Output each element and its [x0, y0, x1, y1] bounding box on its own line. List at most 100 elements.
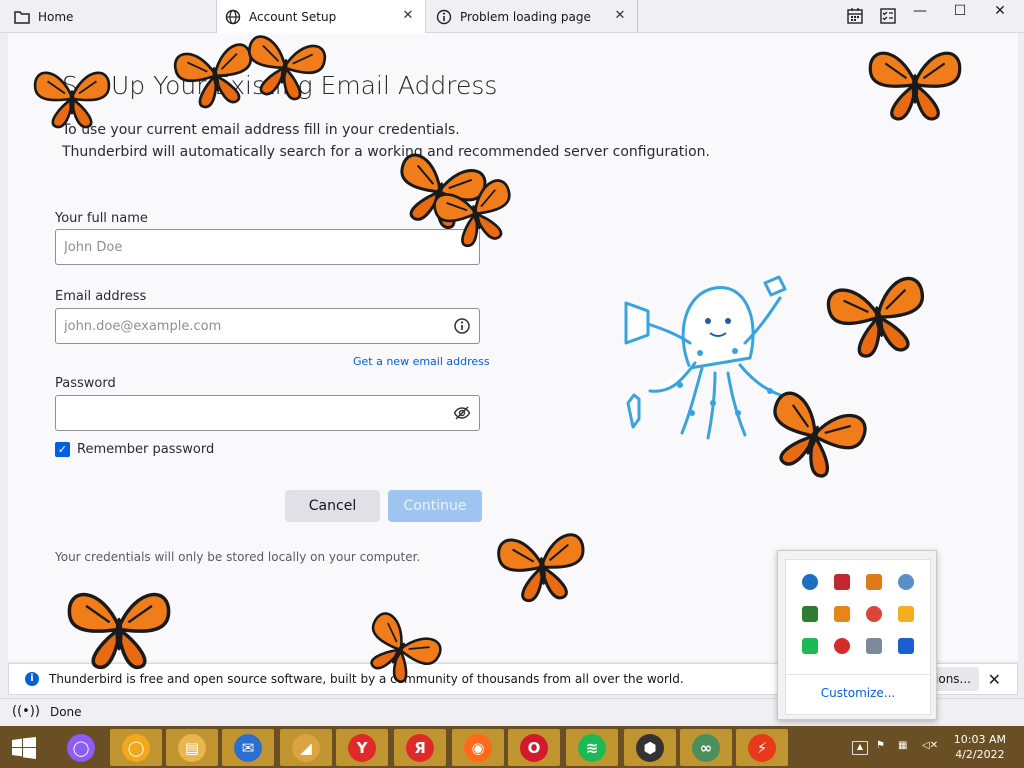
- windows-taskbar: ◯ ◯ ▤ ✉ ◢ Y Я ◉ O ≋ ⬢ ∞ ⚡ ▲ ⚑ ▦ ◁✕ 10:03 AM 4/2/2022: [0, 726, 1024, 768]
- continue-button[interactable]: Continue: [388, 490, 482, 522]
- lightning-icon[interactable]: [890, 604, 922, 624]
- tab-bar: Home Account Setup ✕ Problem loading pag…: [0, 0, 1024, 33]
- taskbar-item[interactable]: ▤: [166, 729, 218, 766]
- yandex-icon[interactable]: [826, 636, 858, 656]
- megaphone-icon: ◢: [292, 734, 320, 762]
- close-icon[interactable]: ✕: [401, 9, 415, 23]
- tasks-icon[interactable]: [879, 7, 897, 25]
- maximize-button[interactable]: ☐: [940, 0, 980, 28]
- taskbar-item[interactable]: Y: [336, 729, 388, 766]
- info-icon[interactable]: [453, 317, 471, 335]
- tab-problem-loading[interactable]: Problem loading page ✕: [428, 0, 638, 33]
- close-icon[interactable]: ✕: [988, 670, 1001, 689]
- butterfly-decoration: [497, 533, 585, 602]
- taskbar-item[interactable]: Я: [394, 729, 446, 766]
- taskbar-item[interactable]: ◯: [110, 729, 162, 766]
- clock[interactable]: 10:03 AM 4/2/2022: [954, 732, 1006, 762]
- activity-icon[interactable]: ((•)): [12, 704, 40, 719]
- alice-icon: ◯: [67, 734, 95, 762]
- tab-home[interactable]: Home: [6, 0, 206, 33]
- butterfly-decoration: [33, 71, 111, 129]
- password-field[interactable]: [55, 395, 480, 431]
- disk-cleanup-icon[interactable]: [890, 572, 922, 592]
- taskbar-item[interactable]: ✉: [222, 729, 274, 766]
- spotify-icon[interactable]: [794, 636, 826, 656]
- taskbar-item[interactable]: ∞: [680, 729, 732, 766]
- intro-line-2: Thunderbird will automatically search fo…: [62, 144, 710, 160]
- green-grid-icon[interactable]: [794, 604, 826, 624]
- yellow-circle-icon: ◯: [122, 734, 150, 762]
- globe-icon: [225, 9, 241, 24]
- show-hidden-icons-button[interactable]: ▲: [852, 741, 868, 755]
- folder-icon: [14, 10, 30, 24]
- password-input[interactable]: [56, 396, 479, 430]
- eye-off-icon[interactable]: [453, 404, 471, 422]
- firefox-icon: ◉: [464, 734, 492, 762]
- taskbar-item[interactable]: ≋: [566, 729, 618, 766]
- blue-swirl-icon[interactable]: [794, 572, 826, 592]
- remember-label: Remember password: [77, 442, 215, 457]
- shield-app-icon: ⬢: [636, 734, 664, 762]
- password-label: Password: [55, 376, 116, 391]
- yandex-icon: Я: [406, 734, 434, 762]
- chrome-icon[interactable]: [858, 604, 890, 624]
- email-field[interactable]: [55, 308, 480, 344]
- butterfly-decoration: [247, 35, 327, 101]
- thunderbird-icon: ✉: [234, 734, 262, 762]
- get-new-email-link[interactable]: Get a new email address: [353, 355, 490, 368]
- close-icon[interactable]: ✕: [613, 9, 627, 23]
- email-input[interactable]: [56, 309, 479, 343]
- full-name-field[interactable]: [55, 229, 480, 265]
- taskbar-item[interactable]: ◯: [55, 729, 107, 766]
- link-app-icon: ∞: [692, 734, 720, 762]
- full-name-label: Your full name: [55, 211, 148, 226]
- windows-start-icon[interactable]: [12, 737, 36, 759]
- shield-red-icon[interactable]: [826, 572, 858, 592]
- taskbar-item[interactable]: ⬢: [624, 729, 676, 766]
- cancel-button[interactable]: Cancel: [285, 490, 380, 522]
- remember-checkbox[interactable]: ✓: [55, 442, 70, 457]
- email-label: Email address: [55, 289, 147, 304]
- clock-date: 4/2/2022: [955, 748, 1005, 761]
- tray-overflow-popup: Customize...: [777, 550, 937, 720]
- lightning-app-icon: ⚡: [748, 734, 776, 762]
- calendar-icon[interactable]: [846, 7, 864, 25]
- intro-line-1: To use your current email address fill i…: [62, 122, 460, 138]
- divider: [786, 674, 930, 675]
- full-name-input[interactable]: [56, 230, 479, 264]
- tab-label: Home: [38, 9, 74, 24]
- taskbar-item[interactable]: ◉: [452, 729, 504, 766]
- network-icon[interactable]: ▦: [898, 740, 910, 752]
- taskbar-item[interactable]: O: [508, 729, 560, 766]
- remember-password[interactable]: ✓ Remember password: [55, 442, 214, 457]
- butterfly-icon[interactable]: [858, 572, 890, 592]
- yandex-browser-icon: Y: [348, 734, 376, 762]
- tray-icon-grid: [794, 572, 922, 656]
- butterfly-decoration: [826, 276, 925, 358]
- taskbar-item[interactable]: ◢: [280, 729, 332, 766]
- butterfly-decoration: [868, 51, 962, 121]
- spotify-icon: ≋: [578, 734, 606, 762]
- window-close-button[interactable]: ✕: [980, 0, 1020, 28]
- opera-icon: O: [520, 734, 548, 762]
- credentials-note: Your credentials will only be stored loc…: [55, 550, 421, 564]
- notification-text: Thunderbird is free and open source soft…: [49, 672, 684, 686]
- info-icon: i: [25, 672, 39, 686]
- volume-muted-icon[interactable]: ◁✕: [922, 740, 938, 752]
- tab-label: Account Setup: [249, 9, 337, 24]
- butterfly-decoration: [67, 592, 171, 669]
- magnifier-icon[interactable]: [826, 604, 858, 624]
- status-text: Done: [49, 704, 82, 719]
- file-explorer-icon: ▤: [178, 734, 206, 762]
- clock-time: 10:03 AM: [953, 733, 1006, 746]
- tray-icon-panel: Customize...: [785, 559, 931, 715]
- info-icon: [436, 9, 452, 24]
- intro-text: To use your current email address fill i…: [62, 119, 710, 163]
- customize-link[interactable]: Customize...: [786, 686, 930, 700]
- malwarebytes-icon[interactable]: [890, 636, 922, 656]
- printer-icon[interactable]: [858, 636, 890, 656]
- flag-icon[interactable]: ⚑: [876, 740, 888, 752]
- tab-label: Problem loading page: [460, 9, 591, 24]
- minimize-button[interactable]: —: [900, 0, 940, 28]
- taskbar-item[interactable]: ⚡: [736, 729, 788, 766]
